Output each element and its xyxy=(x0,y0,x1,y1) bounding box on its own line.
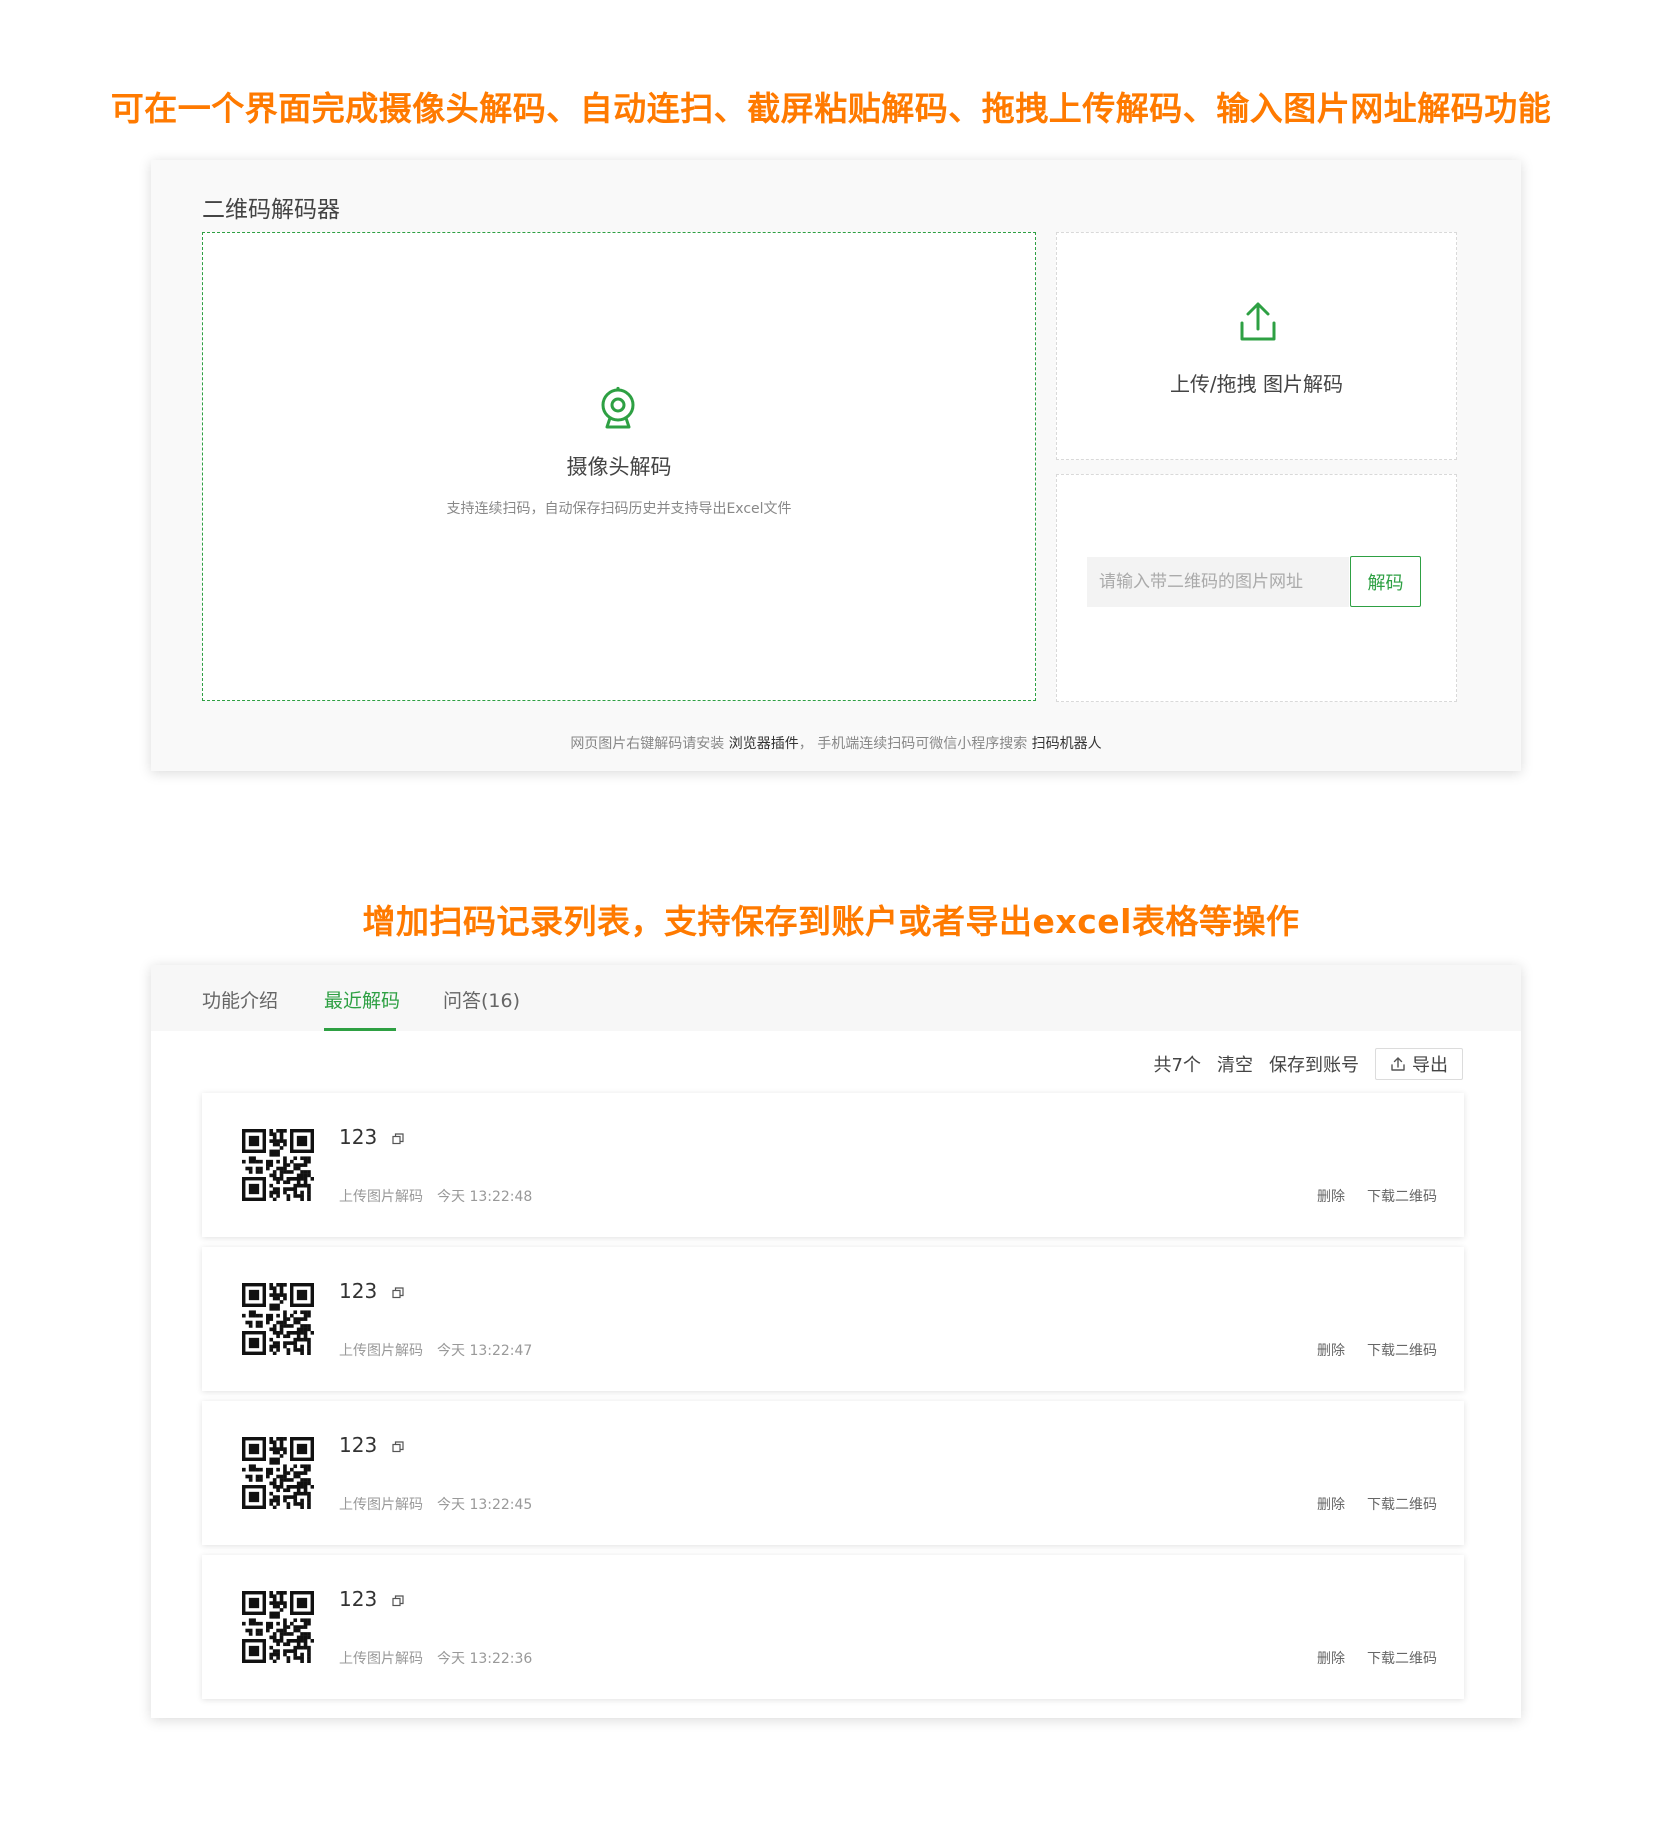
tab-features[interactable]: 功能介绍 xyxy=(202,986,278,1013)
decode-url-button[interactable]: 解码 xyxy=(1350,556,1421,607)
record-source: 上传图片解码 xyxy=(339,1189,423,1205)
footer-text-1: 网页图片右键解码请安装 xyxy=(570,736,729,752)
history-toolbar: 共7个 清空 保存到账号 导出 xyxy=(1154,1048,1463,1080)
tab-bar: 功能介绍 最近解码 问答(16) xyxy=(151,965,1521,1031)
record-time: 今天 13:22:47 xyxy=(437,1343,533,1359)
upload-drop-area[interactable]: 上传/拖拽 图片解码 xyxy=(1056,232,1457,460)
download-qr-button[interactable]: 下载二维码 xyxy=(1367,1189,1437,1205)
webcam-icon xyxy=(601,386,635,429)
record-content: 123 xyxy=(339,1125,378,1149)
scan-robot-link[interactable]: 扫码机器人 xyxy=(1032,736,1102,752)
headline-top: 可在一个界面完成摄像头解码、自动连扫、截屏粘贴解码、拖拽上传解码、输入图片网址解… xyxy=(110,89,1552,128)
browser-plugin-link[interactable]: 浏览器插件 xyxy=(729,736,799,752)
tab-recent-decodes[interactable]: 最近解码 xyxy=(324,986,400,1013)
active-tab-indicator xyxy=(324,1028,396,1031)
record-content: 123 xyxy=(339,1433,378,1457)
camera-decode-description: 支持连续扫码，自动保存扫码历史并支持导出Excel文件 xyxy=(446,501,792,517)
image-url-input[interactable] xyxy=(1087,557,1349,607)
record-content: 123 xyxy=(339,1279,378,1303)
download-qr-button[interactable]: 下载二维码 xyxy=(1367,1497,1437,1513)
panel-footer: 网页图片右键解码请安装 浏览器插件， 手机端连续扫码可微信小程序搜索 扫码机器人 xyxy=(151,733,1521,753)
record-source: 上传图片解码 xyxy=(339,1651,423,1667)
download-qr-button[interactable]: 下载二维码 xyxy=(1367,1651,1437,1667)
export-icon xyxy=(1391,1057,1405,1071)
headline-bottom: 增加扫码记录列表，支持保存到账户或者导出excel表格等操作 xyxy=(362,902,1300,941)
decoder-panel: 二维码解码器 摄像头解码 支持连续扫码，自动保存扫码历史并支持导出Excel文件… xyxy=(151,160,1521,771)
delete-record-button[interactable]: 删除 xyxy=(1317,1497,1345,1513)
qr-code-thumbnail xyxy=(242,1437,314,1509)
url-decode-area: 解码 xyxy=(1056,474,1457,702)
record-count: 共7个 xyxy=(1153,1055,1201,1076)
delete-record-button[interactable]: 删除 xyxy=(1317,1343,1345,1359)
record-time: 今天 13:22:36 xyxy=(437,1651,533,1667)
history-record: 123 上传图片解码 今天 13:22:36 删除 下载二维码 xyxy=(202,1555,1464,1699)
panel-title: 二维码解码器 xyxy=(202,197,340,223)
export-label: 导出 xyxy=(1412,1055,1448,1076)
record-source: 上传图片解码 xyxy=(339,1343,423,1359)
copy-icon[interactable] xyxy=(391,1286,404,1299)
qr-code-thumbnail xyxy=(242,1129,314,1201)
delete-record-button[interactable]: 删除 xyxy=(1317,1189,1345,1205)
export-button[interactable]: 导出 xyxy=(1375,1048,1463,1080)
save-to-account-button[interactable]: 保存到账号 xyxy=(1269,1051,1359,1077)
history-record: 123 上传图片解码 今天 13:22:48 删除 下载二维码 xyxy=(202,1093,1464,1237)
delete-record-button[interactable]: 删除 xyxy=(1317,1651,1345,1667)
qr-code-thumbnail xyxy=(242,1283,314,1355)
history-record: 123 上传图片解码 今天 13:22:45 删除 下载二维码 xyxy=(202,1401,1464,1545)
record-time: 今天 13:22:48 xyxy=(437,1189,533,1205)
footer-text-2: ， 手机端连续扫码可微信小程序搜索 xyxy=(798,736,1032,752)
upload-icon xyxy=(1240,302,1276,341)
tab-qa[interactable]: 问答(16) xyxy=(443,986,520,1013)
copy-icon[interactable] xyxy=(391,1594,404,1607)
download-qr-button[interactable]: 下载二维码 xyxy=(1367,1343,1437,1359)
copy-icon[interactable] xyxy=(391,1440,404,1453)
history-section: 功能介绍 最近解码 问答(16) 共7个 清空 保存到账号 导出 123 上传图… xyxy=(151,965,1521,1718)
camera-decode-label: 摄像头解码 xyxy=(566,455,672,479)
record-content: 123 xyxy=(339,1587,378,1611)
record-time: 今天 13:22:45 xyxy=(437,1497,533,1513)
upload-decode-label: 上传/拖拽 图片解码 xyxy=(1169,372,1344,396)
history-record: 123 上传图片解码 今天 13:22:47 删除 下载二维码 xyxy=(202,1247,1464,1391)
qr-code-thumbnail xyxy=(242,1591,314,1663)
record-source: 上传图片解码 xyxy=(339,1497,423,1513)
copy-icon[interactable] xyxy=(391,1132,404,1145)
camera-decode-area[interactable]: 摄像头解码 支持连续扫码，自动保存扫码历史并支持导出Excel文件 xyxy=(202,232,1036,701)
clear-button[interactable]: 清空 xyxy=(1217,1051,1253,1077)
